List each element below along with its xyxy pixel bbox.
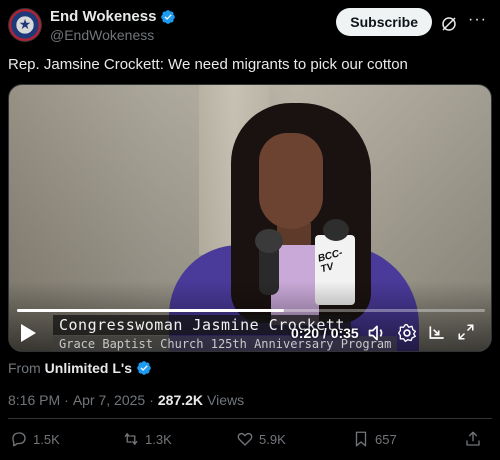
divider xyxy=(8,418,492,419)
views-label: Views xyxy=(207,392,245,408)
fullscreen-icon[interactable] xyxy=(457,323,475,341)
display-name[interactable]: End Wokeness xyxy=(50,8,156,25)
views-count: 287.2K xyxy=(157,392,204,408)
like-count: 5.9K xyxy=(259,431,286,447)
picture-in-picture-icon[interactable] xyxy=(427,323,447,343)
play-icon[interactable] xyxy=(19,323,37,343)
handle[interactable]: @EndWokeness xyxy=(50,27,176,43)
bookmark-button[interactable]: 657 xyxy=(352,430,397,448)
tweet-header: ★ End Wokeness @EndWokeness Subscribe ··… xyxy=(8,6,492,46)
tweet-meta: 8:16 PM · Apr 7, 2025 · 287.2K Views xyxy=(8,392,244,408)
repost-icon xyxy=(124,433,138,445)
more-options-icon[interactable]: ··· xyxy=(468,12,486,32)
reply-button[interactable]: 1.5K xyxy=(10,430,60,448)
source-prefix: From xyxy=(8,360,41,376)
tweet-time[interactable]: 8:16 PM xyxy=(8,392,60,408)
meta-separator: · xyxy=(64,392,69,408)
tweet-actions: 1.5K 1.3K 5.9K 657 xyxy=(8,430,492,452)
verified-badge-icon xyxy=(161,9,176,24)
source-name[interactable]: Unlimited L's xyxy=(45,360,132,376)
video-time: 0:20 / 0:35 xyxy=(291,325,359,341)
display-name-row: End Wokeness xyxy=(50,8,176,25)
author-info: End Wokeness @EndWokeness xyxy=(50,8,176,43)
video-progress-bar[interactable] xyxy=(17,309,485,312)
repost-count: 1.3K xyxy=(145,431,172,447)
tweet-text: Rep. Jamsine Crockett: We need migrants … xyxy=(8,56,408,73)
avatar-seal-icon: ★ xyxy=(18,17,32,33)
mic-label: BCC-TV xyxy=(316,247,344,276)
meta-separator: · xyxy=(149,392,154,408)
share-button[interactable] xyxy=(464,430,482,448)
video-player[interactable]: BCC-TV Congresswoman Jasmine Crockett Gr… xyxy=(8,84,492,352)
heart-icon xyxy=(237,432,253,446)
subscribe-button[interactable]: Subscribe xyxy=(336,8,432,36)
video-source-attribution: From Unlimited L's xyxy=(8,360,152,376)
like-button[interactable]: 5.9K xyxy=(236,430,286,448)
tweet-date[interactable]: Apr 7, 2025 xyxy=(73,392,145,408)
bookmark-count: 657 xyxy=(375,431,397,447)
reply-count: 1.5K xyxy=(33,431,60,447)
settings-gear-icon[interactable] xyxy=(397,323,417,343)
verified-badge-icon xyxy=(137,361,151,375)
video-progress-fill xyxy=(17,309,284,312)
video-person-face xyxy=(259,133,323,229)
repost-button[interactable]: 1.3K xyxy=(122,430,172,448)
avatar[interactable]: ★ xyxy=(8,8,42,42)
share-icon xyxy=(466,431,480,446)
bookmark-icon xyxy=(355,431,367,447)
volume-muted-icon[interactable] xyxy=(367,323,387,343)
grok-icon[interactable] xyxy=(440,15,458,33)
reply-icon xyxy=(12,432,26,447)
